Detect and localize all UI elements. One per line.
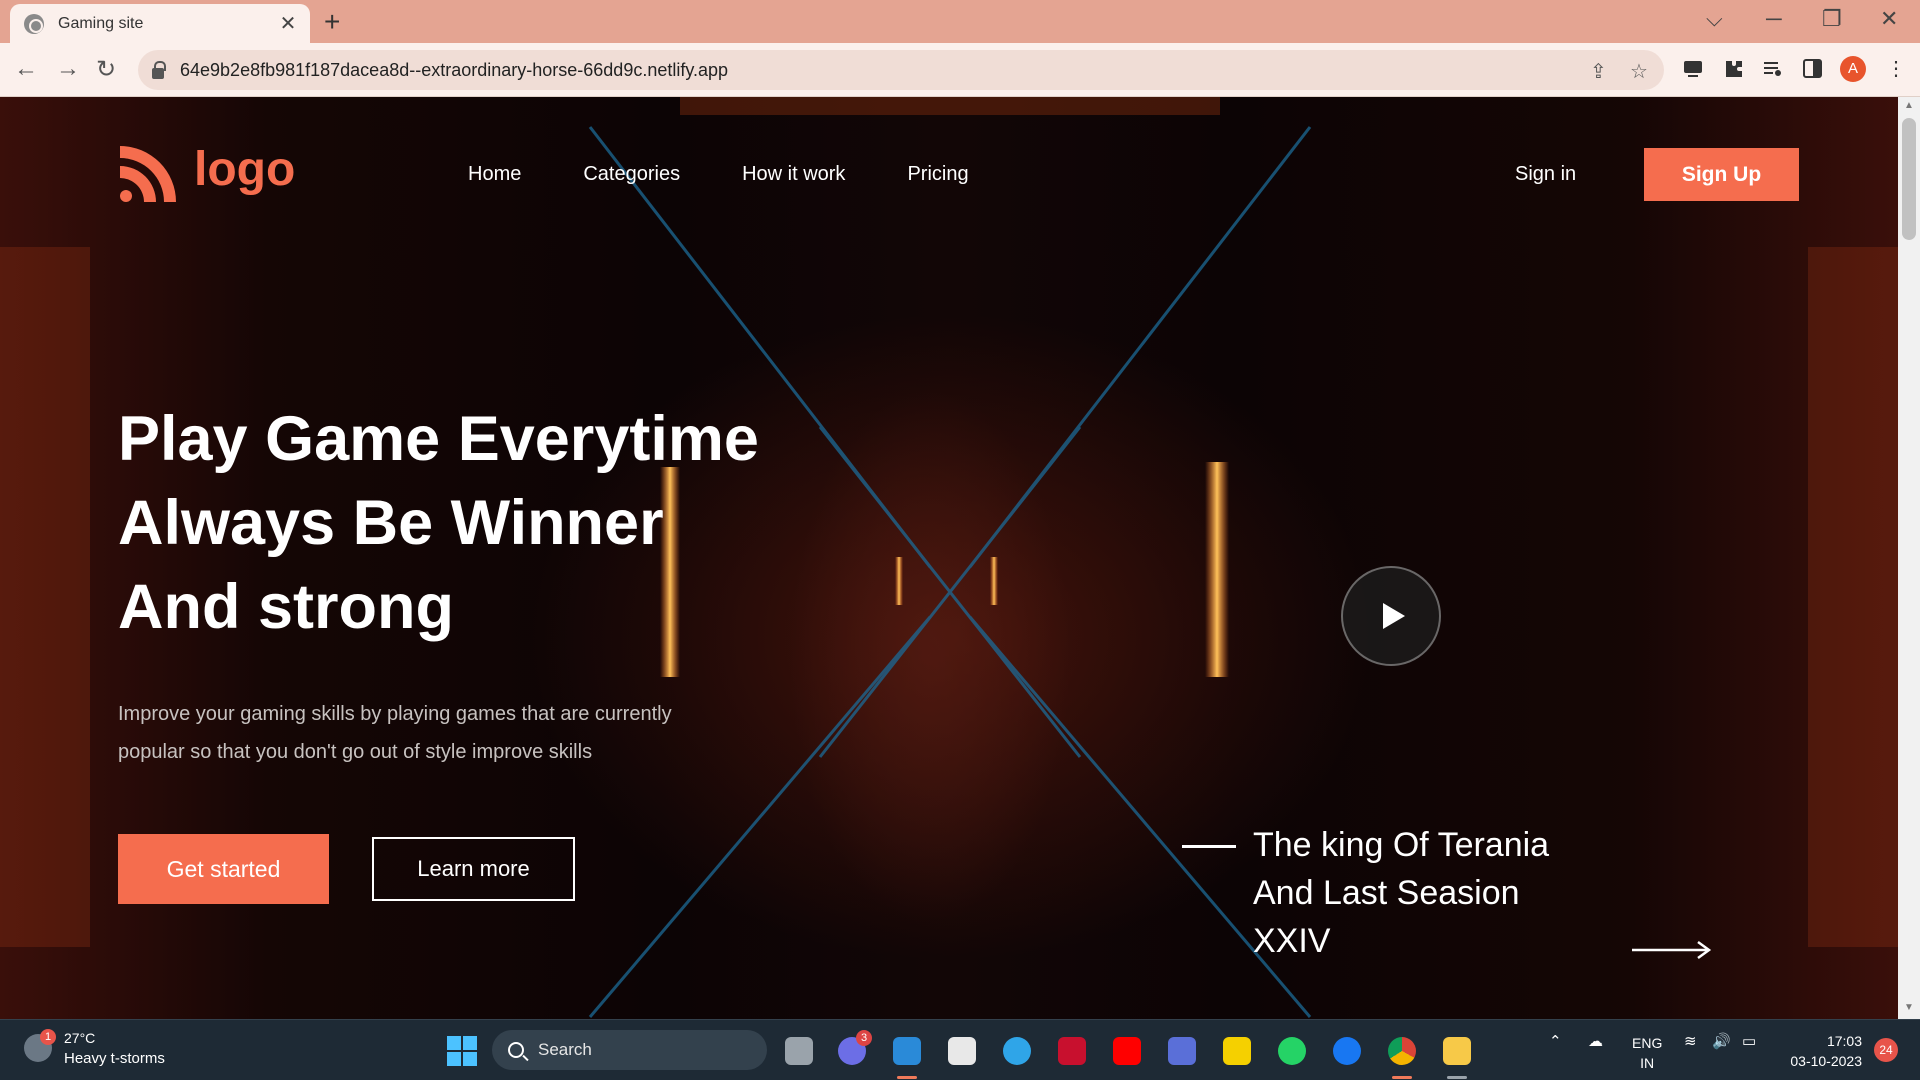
sign-in-link[interactable]: Sign in <box>1515 163 1576 186</box>
microsoft-store-icon[interactable] <box>948 1037 976 1065</box>
hero-description: Improve your gaming skills by playing ga… <box>118 703 672 763</box>
scroll-up-icon[interactable]: ▲ <box>1904 100 1914 111</box>
globe-icon <box>24 13 44 34</box>
share-icon[interactable]: ⇪ <box>1590 59 1607 84</box>
sign-up-button[interactable]: Sign Up <box>1644 148 1799 201</box>
promo-line: And Last Seasion <box>1253 874 1520 912</box>
prime-video-icon[interactable] <box>1168 1037 1196 1065</box>
rss-logo-icon <box>120 146 176 202</box>
back-button[interactable]: ← <box>14 55 38 83</box>
play-icon <box>1383 603 1405 629</box>
whatsapp-icon[interactable] <box>1278 1037 1306 1065</box>
app-active-indicator <box>1392 1076 1412 1079</box>
youtube-icon[interactable] <box>1113 1037 1141 1065</box>
wifi-icon[interactable]: ≋ <box>1684 1032 1697 1050</box>
forward-button[interactable]: → <box>56 55 80 83</box>
browser-tab-strip: Gaming site ✕ + ⌵ ─ ❐ ✕ <box>0 0 1920 43</box>
address-bar[interactable]: 64e9b2e8fb981f187dacea8d--extraordinary-… <box>138 50 1664 90</box>
main-nav: Home Categories How it work Pricing <box>468 163 1031 186</box>
browser-tab[interactable]: Gaming site ✕ <box>10 4 310 43</box>
sidepanel-icon[interactable] <box>1803 59 1822 78</box>
tab-title: Gaming site <box>58 14 144 32</box>
taskbar-search[interactable]: Search <box>492 1030 767 1070</box>
nav-home[interactable]: Home <box>468 163 521 186</box>
lang-region: IN <box>1640 1055 1655 1071</box>
nav-pricing[interactable]: Pricing <box>907 163 968 186</box>
restore-button[interactable]: ❐ <box>1822 6 1842 32</box>
task-view-icon[interactable] <box>785 1037 813 1065</box>
promo-line: The king Of Terania <box>1253 826 1550 864</box>
hero-title: Play Game Everytime Always Be Winner And… <box>118 397 759 649</box>
profile-avatar[interactable]: A <box>1840 56 1866 82</box>
search-icon <box>508 1042 524 1058</box>
language-indicator[interactable]: ENG IN <box>1632 1033 1662 1073</box>
scrollbar-thumb[interactable] <box>1902 118 1916 240</box>
url-text[interactable]: 64e9b2e8fb981f187dacea8d--extraordinary-… <box>180 60 728 81</box>
file-explorer-icon[interactable] <box>1443 1037 1471 1065</box>
mcafee-icon[interactable] <box>1058 1037 1086 1065</box>
windows-start-icon[interactable] <box>447 1036 477 1066</box>
browser-menu-icon[interactable]: ⋮ <box>1886 56 1906 81</box>
close-window-button[interactable]: ✕ <box>1880 6 1898 32</box>
battery-icon[interactable]: ▭ <box>1742 1032 1756 1050</box>
puzzle-icon[interactable] <box>1726 61 1742 77</box>
onedrive-icon[interactable]: ☁ <box>1588 1032 1603 1050</box>
hero-title-line: Always Be Winner <box>118 488 664 558</box>
reload-button[interactable]: ↻ <box>96 55 116 84</box>
flipkart-icon[interactable] <box>1223 1037 1251 1065</box>
promo-text: The king Of Terania And Last Seasion XXI… <box>1253 821 1593 965</box>
bookmark-star-icon[interactable]: ☆ <box>1630 59 1648 84</box>
media-icon[interactable] <box>1764 62 1781 76</box>
clock-time: 17:03 <box>1826 1033 1862 1049</box>
arrow-right-icon[interactable] <box>1630 940 1712 960</box>
lang-code: ENG <box>1632 1035 1663 1051</box>
search-label: Search <box>538 1040 592 1059</box>
new-tab-button[interactable]: + <box>324 6 340 38</box>
app-running-indicator <box>897 1076 917 1079</box>
app-running-indicator <box>1447 1076 1467 1079</box>
hero-title-line: And strong <box>118 572 454 642</box>
promo-line: XXIV <box>1253 922 1331 960</box>
weather-alert-badge: 1 <box>40 1029 56 1045</box>
site-logo[interactable]: logo <box>118 142 295 204</box>
facebook-icon[interactable] <box>1333 1037 1361 1065</box>
teams-badge: 3 <box>856 1030 872 1046</box>
vscode-icon[interactable] <box>893 1037 921 1065</box>
page-viewport: logo Home Categories How it work Pricing… <box>0 97 1898 1019</box>
weather-condition[interactable]: Heavy t-storms <box>64 1050 165 1067</box>
system-clock[interactable]: 17:03 03-10-2023 <box>1782 1031 1862 1071</box>
windows-taskbar: 1 27°C Heavy t-storms Search 3 ⌃ ☁ ENG I… <box>0 1019 1920 1080</box>
hero-title-line: Play Game Everytime <box>118 404 759 474</box>
nav-how-it-work[interactable]: How it work <box>742 163 845 186</box>
nav-categories[interactable]: Categories <box>583 163 680 186</box>
browser-toolbar: ← → ↻ 64e9b2e8fb981f187dacea8d--extraord… <box>0 43 1920 97</box>
lock-icon[interactable] <box>152 60 166 79</box>
tab-close-icon[interactable]: ✕ <box>278 11 298 36</box>
weather-temperature[interactable]: 27°C <box>64 1030 95 1046</box>
minimize-button[interactable]: ─ <box>1766 6 1782 32</box>
logo-text: logo <box>194 142 296 196</box>
chrome-icon[interactable] <box>1388 1037 1416 1065</box>
volume-icon[interactable]: 🔊 <box>1712 1032 1731 1050</box>
play-video-button[interactable] <box>1341 566 1441 666</box>
notification-badge[interactable]: 24 <box>1874 1038 1898 1062</box>
tab-search-icon[interactable]: ⌵ <box>1706 6 1723 32</box>
get-started-button[interactable]: Get started <box>118 834 329 904</box>
screen-icon[interactable] <box>1684 61 1702 77</box>
tray-overflow-chevron-icon[interactable]: ⌃ <box>1549 1032 1562 1050</box>
scroll-down-icon[interactable]: ▼ <box>1904 1002 1914 1013</box>
clock-date: 03-10-2023 <box>1790 1053 1862 1069</box>
promo-dash <box>1182 845 1236 848</box>
edge-icon[interactable] <box>1003 1037 1031 1065</box>
learn-more-button[interactable]: Learn more <box>372 837 575 901</box>
